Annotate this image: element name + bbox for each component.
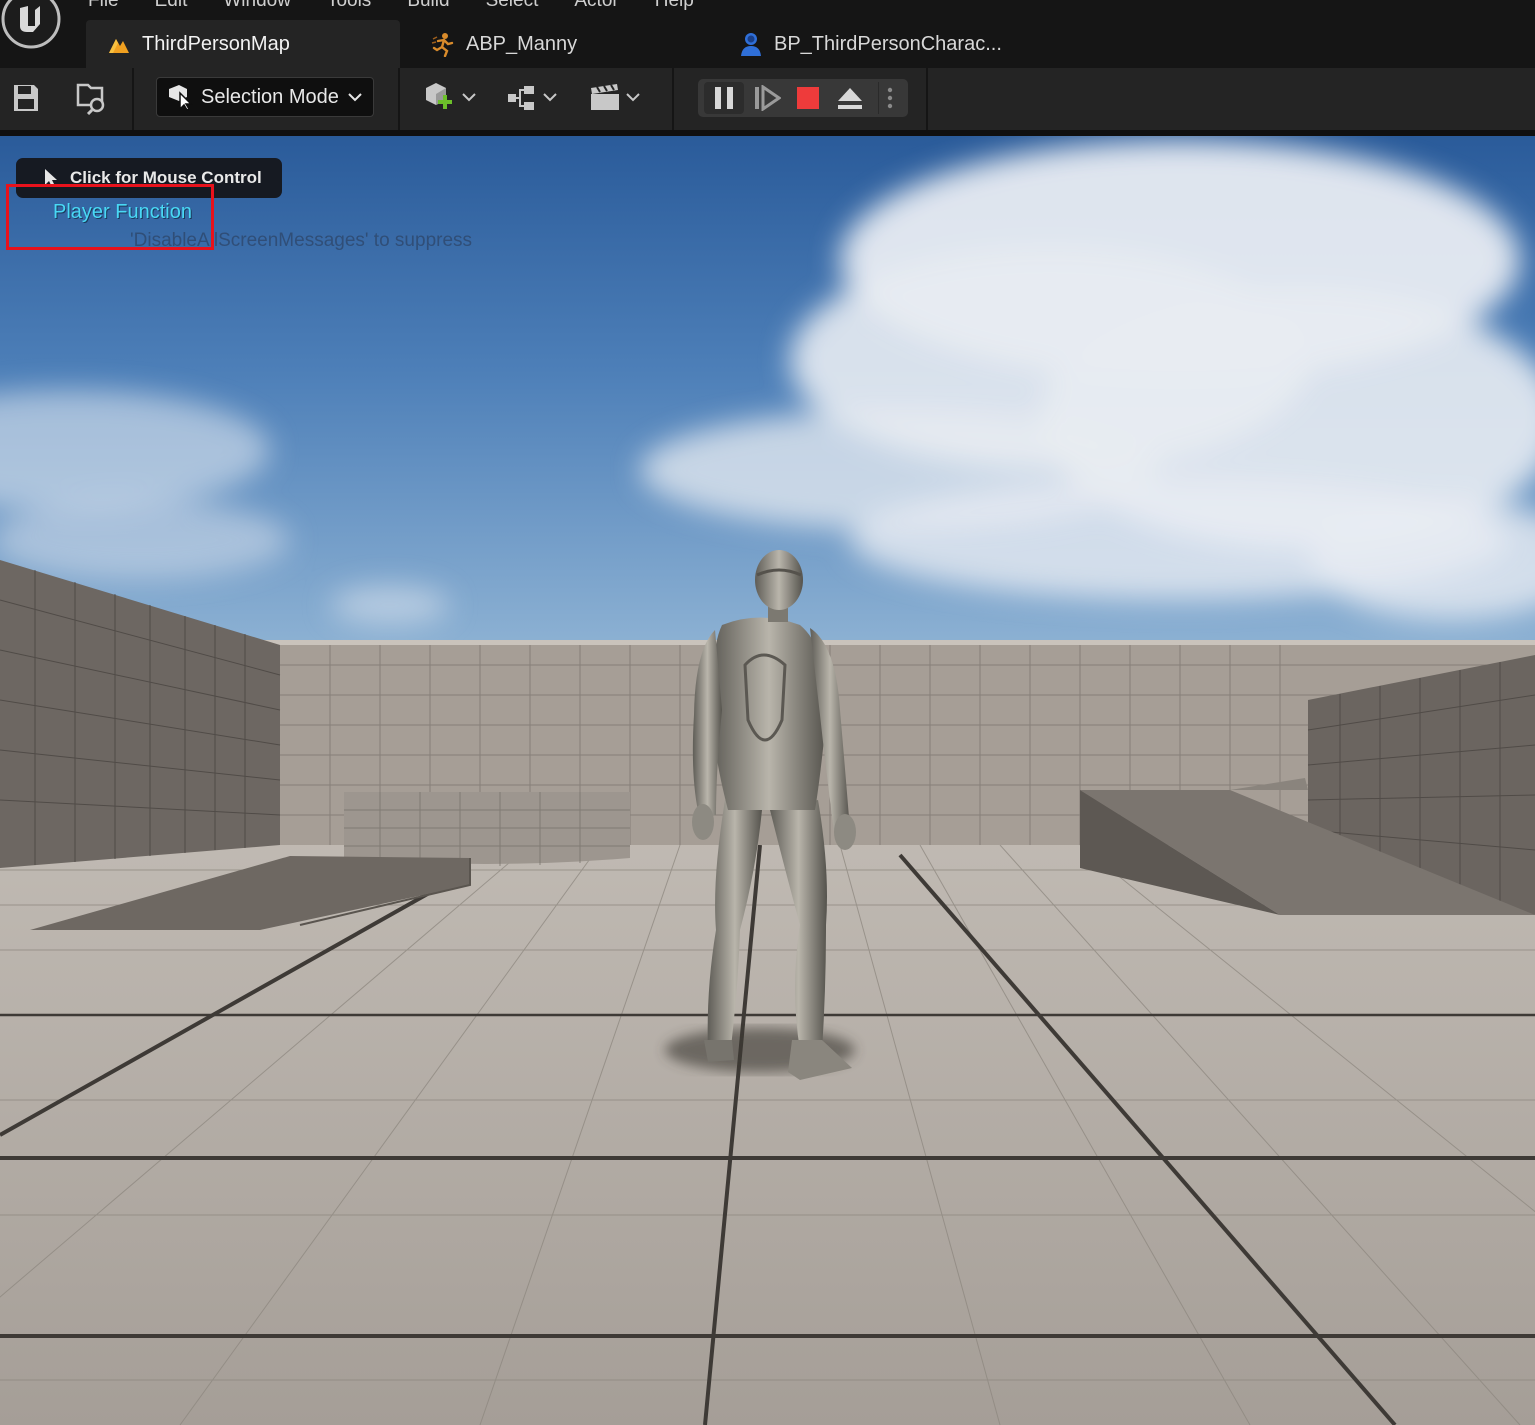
- menu-actor[interactable]: Actor: [556, 0, 636, 14]
- pause-icon: [715, 87, 733, 109]
- blueprint-nodes-icon: [508, 86, 557, 110]
- save-icon: [14, 85, 38, 111]
- menu-file[interactable]: File: [70, 0, 137, 14]
- chevron-down-icon: [348, 93, 362, 102]
- main-toolbar: Selection Mode: [0, 68, 1535, 130]
- toolbar-separator: [926, 68, 928, 130]
- pause-button[interactable]: [704, 82, 744, 114]
- add-cube-icon: [426, 83, 476, 109]
- menu-tools[interactable]: Tools: [309, 0, 389, 14]
- blueprints-button[interactable]: [504, 80, 564, 116]
- viewport-scene: [0, 136, 1535, 1425]
- menu-edit[interactable]: Edit: [137, 0, 206, 14]
- main-menu: File Edit Window Tools Build Select Acto…: [70, 0, 712, 14]
- document-tabs: ThirdPersonMap ABP_Manny BP_ThirdPersonC…: [86, 20, 1048, 68]
- highlight-annotation-box: [6, 184, 214, 250]
- browse-content-button[interactable]: [74, 80, 110, 116]
- play-controls: [698, 79, 908, 117]
- frame-skip-icon: [755, 85, 781, 111]
- selection-mode-label: Selection Mode: [201, 85, 339, 108]
- eject-button[interactable]: [832, 82, 868, 114]
- kebab-menu-icon: [887, 87, 893, 109]
- menu-window[interactable]: Window: [205, 0, 309, 14]
- menu-build[interactable]: Build: [389, 0, 467, 14]
- title-bar: File Edit Window Tools Build Select Acto…: [0, 0, 1535, 68]
- folder-search-icon: [76, 83, 105, 115]
- character-blueprint-icon: [741, 33, 761, 56]
- clapperboard-icon: [591, 84, 640, 110]
- toolbar-separator: [132, 68, 134, 130]
- stop-icon: [797, 87, 819, 109]
- eject-icon: [838, 88, 862, 109]
- level-viewport[interactable]: [0, 136, 1535, 1425]
- tab-label: ABP_Manny: [466, 32, 578, 55]
- play-options-button[interactable]: [878, 82, 901, 114]
- level-map-icon: [109, 39, 129, 53]
- tab-label: BP_ThirdPersonCharac...: [774, 32, 1002, 55]
- selection-mode-icon: [169, 85, 193, 111]
- tab-third-person-map[interactable]: ThirdPersonMap: [86, 20, 400, 68]
- toolbar-separator: [672, 68, 674, 130]
- menu-help[interactable]: Help: [637, 0, 712, 14]
- stop-button[interactable]: [790, 82, 826, 114]
- toolbar-separator: [398, 68, 400, 130]
- tab-bp-third-person-character[interactable]: BP_ThirdPersonCharac...: [718, 20, 1048, 68]
- tab-label: ThirdPersonMap: [142, 32, 290, 55]
- add-actor-button[interactable]: [420, 80, 480, 116]
- unreal-engine-logo-icon[interactable]: [0, 0, 62, 50]
- selection-mode-dropdown[interactable]: Selection Mode: [156, 77, 374, 117]
- tab-abp-manny[interactable]: ABP_Manny: [400, 20, 718, 68]
- advance-frame-button[interactable]: [748, 82, 786, 114]
- save-button[interactable]: [10, 82, 42, 114]
- animation-blueprint-icon: [431, 33, 454, 57]
- cinematics-button[interactable]: [588, 80, 648, 116]
- menu-select[interactable]: Select: [468, 0, 557, 14]
